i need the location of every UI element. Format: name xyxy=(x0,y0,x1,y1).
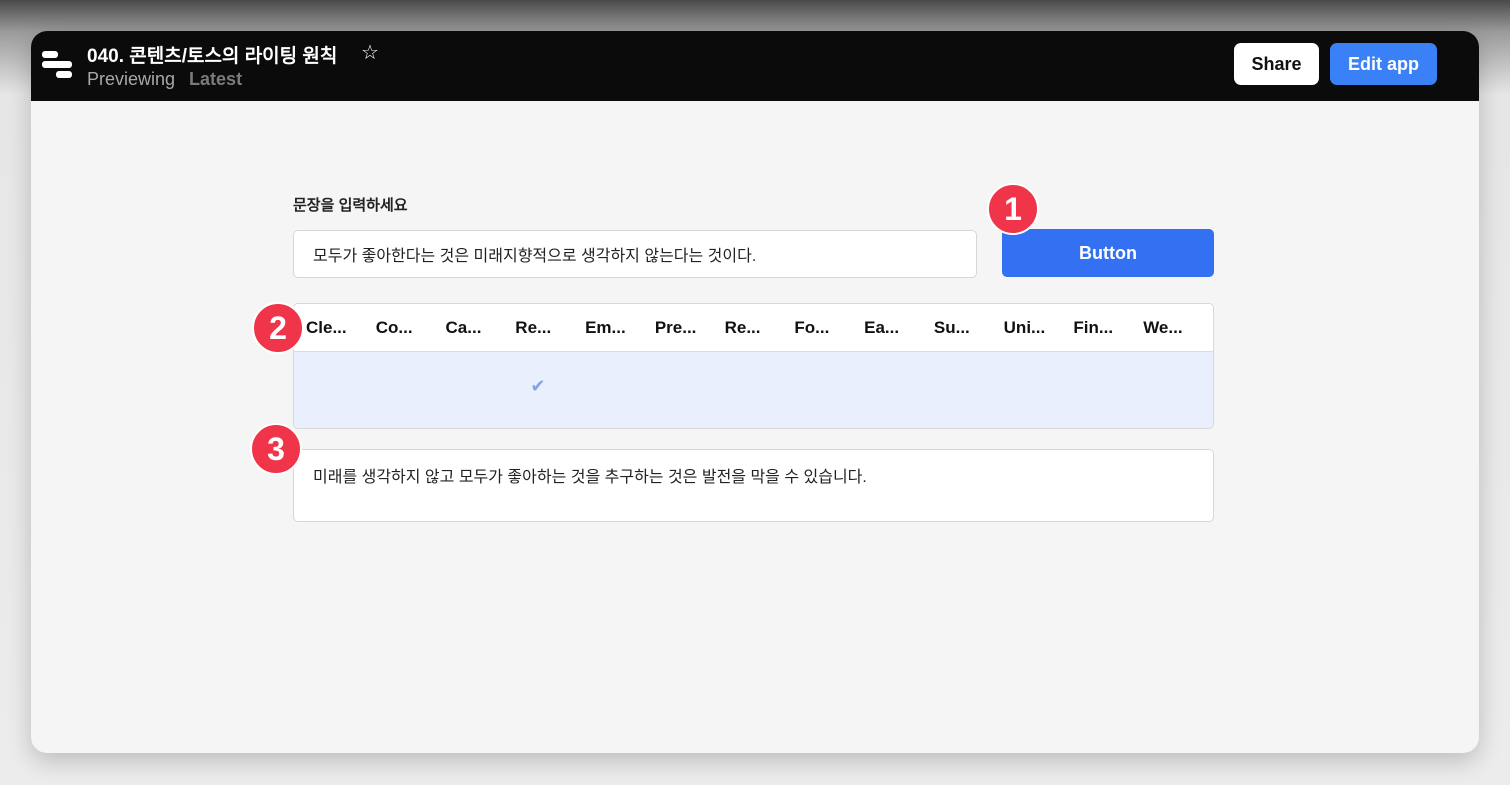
column-header[interactable]: Fo... xyxy=(794,304,864,351)
column-header[interactable]: Ea... xyxy=(864,304,934,351)
submit-button[interactable]: Button xyxy=(1002,229,1214,277)
check-icon: ✔ xyxy=(530,376,546,396)
results-table: Cle... Co... Ca... Re... Em... Pre... Re... Fo.… xyxy=(293,303,1214,429)
app-header: 040. 콘텐츠/토스의 라이팅 원칙 ☆ Previewing Latest S… xyxy=(31,31,1479,101)
column-header[interactable]: Fin... xyxy=(1073,304,1143,351)
star-icon[interactable]: ☆ xyxy=(361,40,379,65)
column-header[interactable]: Su... xyxy=(934,304,1004,351)
app-logo-icon[interactable] xyxy=(42,50,72,80)
column-header[interactable]: Cle... xyxy=(306,304,376,351)
column-header[interactable]: Em... xyxy=(585,304,655,351)
column-header[interactable]: Re... xyxy=(725,304,795,351)
column-header[interactable]: We... xyxy=(1143,304,1213,351)
previewing-label: Previewing xyxy=(87,69,176,89)
sentence-input[interactable]: 모두가 좋아한다는 것은 미래지향적으로 생각하지 않는다는 것이다. xyxy=(293,230,977,278)
step-badge-3: 3 xyxy=(250,423,302,475)
column-header[interactable]: Pre... xyxy=(655,304,725,351)
table-header: Cle... Co... Ca... Re... Em... Pre... Re... Fo.… xyxy=(294,304,1213,352)
edit-app-button[interactable]: Edit app xyxy=(1330,43,1437,85)
step-badge-1: 1 xyxy=(987,183,1039,235)
table-row[interactable]: ✔ xyxy=(294,352,1213,428)
column-header[interactable]: Ca... xyxy=(446,304,516,351)
input-label: 문장을 입력하세요 xyxy=(293,197,408,214)
column-header[interactable]: Re... xyxy=(515,304,585,351)
output-text[interactable]: 미래를 생각하지 않고 모두가 좋아하는 것을 추구하는 것은 발전을 막을 수… xyxy=(293,449,1214,522)
app-window: 040. 콘텐츠/토스의 라이팅 원칙 ☆ Previewing Latest S… xyxy=(31,31,1479,753)
app-title: 040. 콘텐츠/토스의 라이팅 원칙 xyxy=(87,46,338,67)
step-badge-2: 2 xyxy=(252,302,304,354)
version-label[interactable]: Latest xyxy=(189,69,242,89)
column-header[interactable]: Co... xyxy=(376,304,446,351)
column-header[interactable]: Uni... xyxy=(1004,304,1074,351)
share-button[interactable]: Share xyxy=(1234,43,1319,85)
